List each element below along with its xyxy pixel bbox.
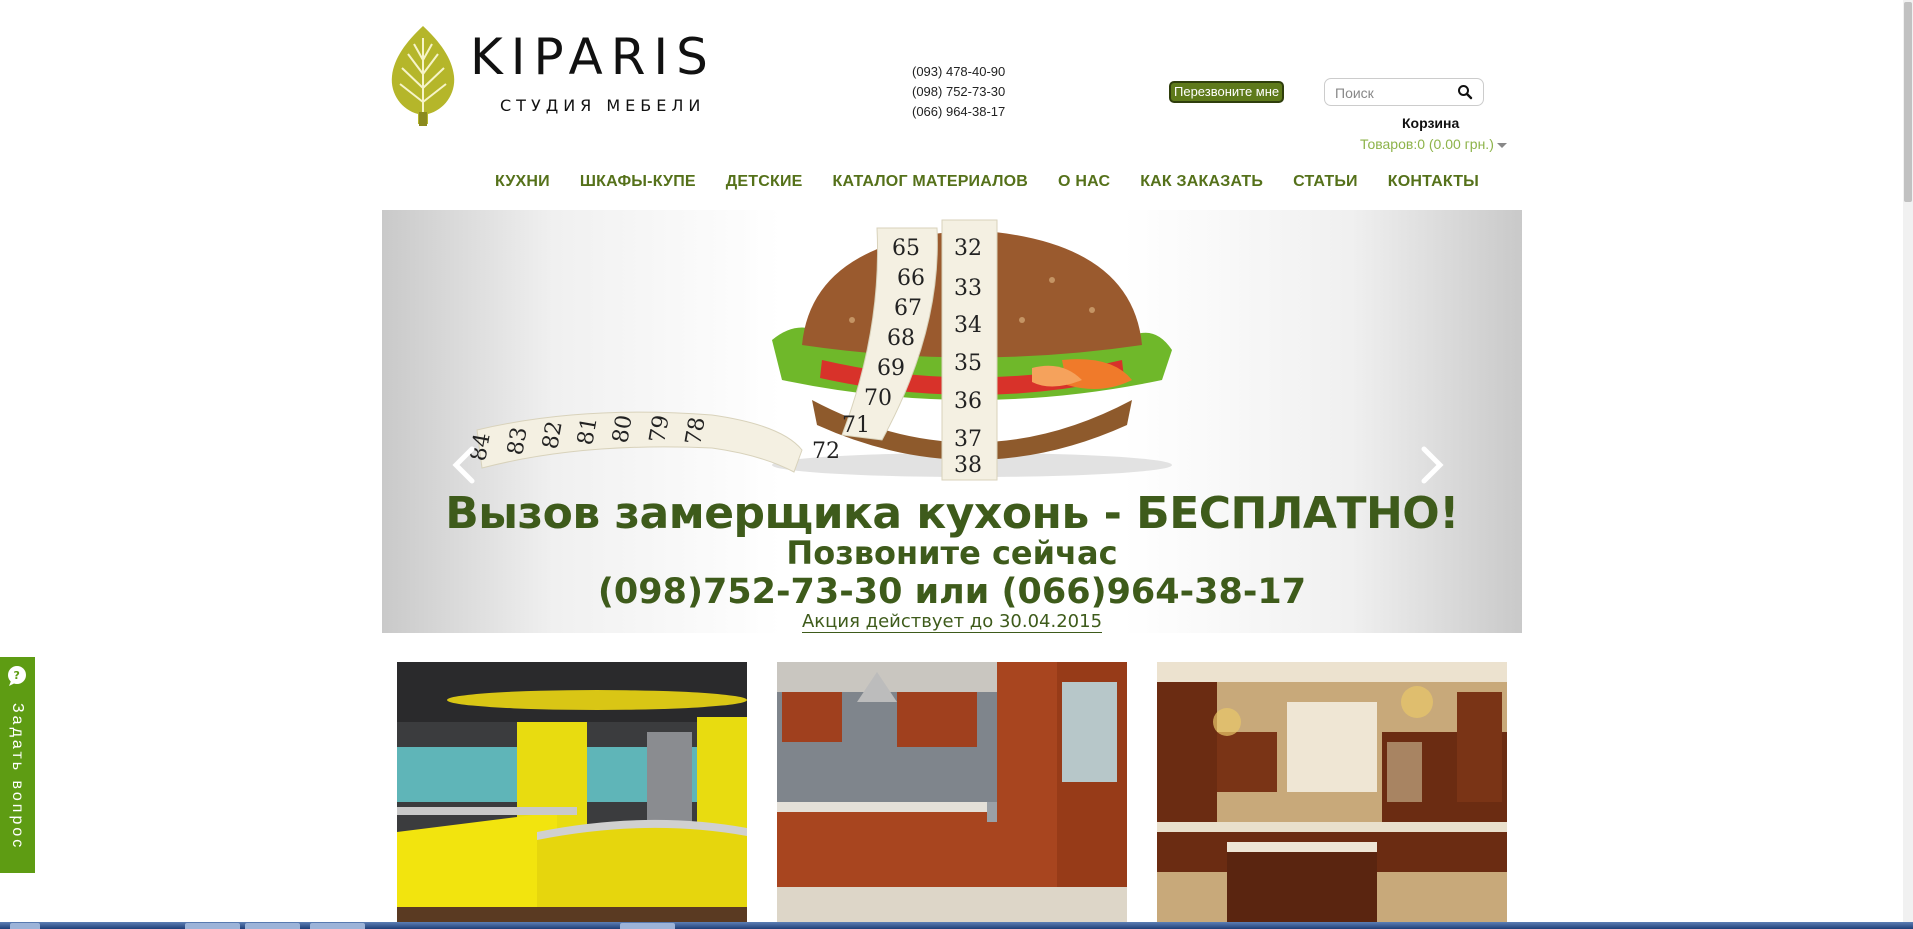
search-input[interactable] (1333, 83, 1455, 103)
taskbar-button[interactable] (10, 923, 40, 929)
nav-item-articles[interactable]: СТАТЬИ (1293, 173, 1358, 191)
tape-number: 78 (681, 415, 710, 447)
ask-question-label: Задать вопрос (9, 703, 26, 851)
tape-number: 36 (954, 389, 982, 414)
tape-number: 37 (954, 427, 982, 452)
cart-title: Корзина (1402, 115, 1460, 131)
page-scrollbar[interactable] (1903, 0, 1913, 922)
tree-logo-icon (391, 26, 455, 126)
tape-number: 33 (954, 276, 982, 301)
slide-headline: Вызов замерщика кухонь - БЕСПЛАТНО! (445, 488, 1459, 539)
tape-number: 83 (503, 425, 532, 457)
slide-phones: (098)752-73-30 или (066)964-38-17 (597, 572, 1307, 612)
nav-item-materials-catalog[interactable]: КАТАЛОГ МАТЕРИАЛОВ (833, 173, 1029, 191)
nav-item-how-to-order[interactable]: КАК ЗАКАЗАТЬ (1140, 173, 1263, 191)
logo[interactable]: KIPARIS СТУДИЯ МЕБЕЛИ (388, 24, 728, 130)
yellow-kitchen-image (397, 662, 747, 924)
tape-number: 82 (538, 419, 567, 451)
brand-name: KIPARIS (470, 28, 716, 86)
cherry-kitchen-image (777, 662, 1127, 924)
tape-number: 66 (897, 266, 925, 291)
callback-button[interactable]: Перезвоните мне (1169, 81, 1285, 103)
tape-number: 34 (954, 313, 982, 338)
slide-note: Акция действует до 30.04.2015 (382, 611, 1522, 633)
cart-summary-text: Товаров:0 (0.00 грн.) (1360, 136, 1494, 152)
tape-number: 69 (877, 356, 905, 381)
promo-slider: 84 83 82 81 80 79 78 65 66 67 68 69 70 7… (382, 210, 1522, 633)
kitchen-tile-classic[interactable] (1157, 662, 1507, 924)
chevron-down-icon (1496, 142, 1507, 148)
slider-prev-arrow-icon[interactable] (452, 445, 476, 485)
slide-call-now: Позвоните сейчас (786, 534, 1118, 572)
tape-number: 80 (608, 413, 637, 445)
tape-measure-image: 84 83 82 81 80 79 78 65 66 67 68 69 70 7… (466, 219, 998, 481)
slide-note-text: Акция действует до 30.04.2015 (801, 611, 1103, 633)
tape-number: 81 (573, 415, 602, 447)
phone-list: (093) 478-40-90 (098) 752-73-30 (066) 96… (912, 62, 1005, 122)
search-icon[interactable] (1457, 84, 1473, 100)
tape-number: 71 (842, 413, 870, 438)
tape-number: 67 (894, 296, 922, 321)
nav-item-kids[interactable]: ДЕТСКИЕ (726, 173, 803, 191)
kitchen-tile-yellow[interactable] (397, 662, 747, 924)
cart-summary[interactable]: Товаров:0 (0.00 грн.) (1360, 136, 1507, 152)
tape-number: 79 (645, 413, 674, 445)
nav-item-wardrobes[interactable]: ШКАФЫ-КУПЕ (580, 173, 696, 191)
classic-kitchen-image (1157, 662, 1507, 924)
svg-text:?: ? (14, 669, 20, 682)
tape-number: 38 (954, 453, 982, 478)
tape-number: 35 (954, 351, 982, 376)
scrollbar-thumb[interactable] (1904, 2, 1912, 202)
page-container: KIPARIS СТУДИЯ МЕБЕЛИ (093) 478-40-90 (0… (382, 0, 1522, 929)
os-taskbar (0, 922, 1913, 929)
tape-number: 70 (864, 386, 892, 411)
tape-number: 68 (887, 326, 915, 351)
phone-number: (066) 964-38-17 (912, 104, 1006, 119)
taskbar-button[interactable] (245, 923, 300, 929)
taskbar-button[interactable] (185, 923, 240, 929)
nav-item-about[interactable]: О НАС (1058, 173, 1110, 191)
search-box (1324, 78, 1484, 106)
tape-number: 72 (812, 439, 840, 464)
slider-next-arrow-icon[interactable] (1420, 445, 1444, 485)
nav-item-contacts[interactable]: КОНТАКТЫ (1388, 173, 1479, 191)
tape-number: 32 (954, 236, 982, 261)
chat-bubble-icon: ? (8, 666, 26, 686)
taskbar-button[interactable] (620, 923, 675, 929)
tape-number: 65 (892, 236, 920, 261)
nav-item-kitchens[interactable]: КУХНИ (495, 173, 550, 191)
taskbar-button[interactable] (310, 923, 365, 929)
kitchen-tile-cherry[interactable] (777, 662, 1127, 924)
main-nav: КУХНИ ШКАФЫ-КУПЕ ДЕТСКИЕ КАТАЛОГ МАТЕРИА… (495, 173, 1479, 191)
phone-number: (098) 752-73-30 (912, 84, 1006, 99)
brand-subtitle: СТУДИЯ МЕБЕЛИ (500, 96, 706, 115)
ask-question-tab[interactable]: ? Задать вопрос (0, 657, 35, 873)
phone-number: (093) 478-40-90 (912, 64, 1006, 79)
